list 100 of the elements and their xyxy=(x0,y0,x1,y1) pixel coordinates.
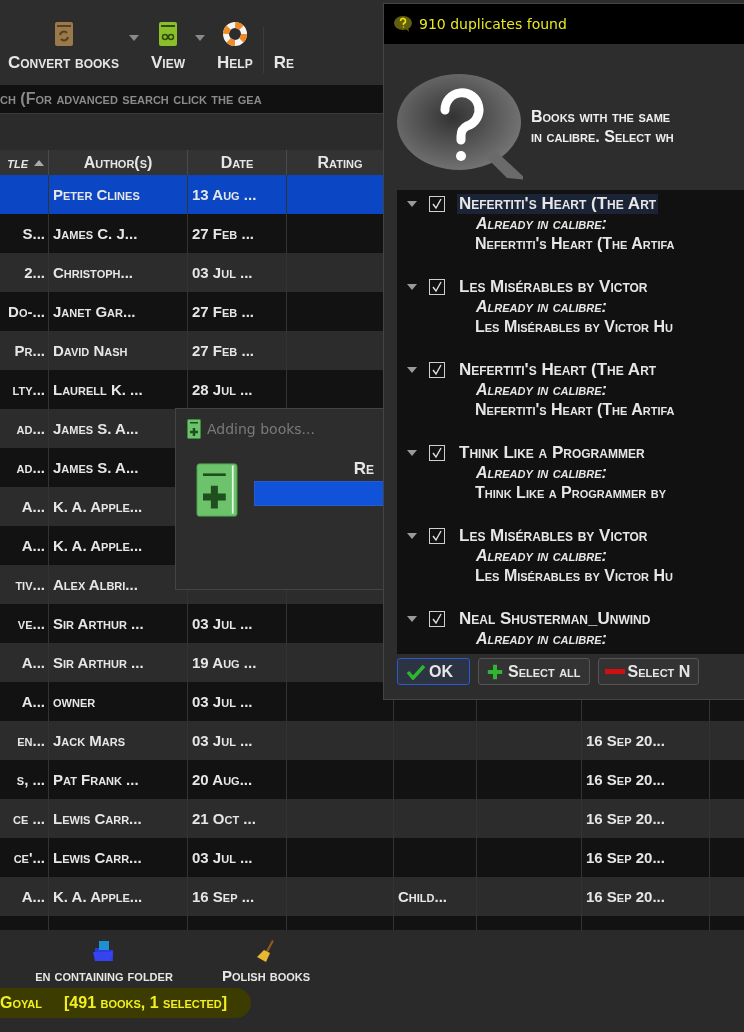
table-cell: s, ... xyxy=(16,771,45,788)
table-cell: Lewis Carr... xyxy=(53,810,142,827)
table-cell: Sir Arthur ... xyxy=(53,654,144,671)
dialog-title: 910 duplicates found xyxy=(419,16,567,32)
toolbar-button[interactable]: View xyxy=(147,21,190,73)
duplicate-title[interactable]: Neal Shusterman_Unwind xyxy=(457,608,653,629)
lifebuoy-icon xyxy=(221,21,248,47)
expander-icon[interactable] xyxy=(407,615,417,622)
dialog-button[interactable]: Select all xyxy=(478,658,590,685)
table-cell: Pat Frank ... xyxy=(53,771,139,788)
plus-icon xyxy=(485,663,505,680)
table-cell: 27 Feb ... xyxy=(192,225,254,242)
duplicate-title[interactable]: Think Like a Programmer xyxy=(457,442,647,463)
status-text: Goyal xyxy=(0,994,42,1012)
table-cell: Child... xyxy=(398,888,447,905)
table-cell: 16 Sep 20... xyxy=(586,771,665,788)
table-cell: Janet Gar... xyxy=(53,303,136,320)
duplicate-title[interactable]: Les Misérables by Victor xyxy=(457,525,650,546)
table-cell: lty... xyxy=(12,381,45,398)
table-cell: 13 Aug ... xyxy=(192,186,257,203)
table-cell: 03 Jul ... xyxy=(192,732,253,749)
table-cell: 20 Aug... xyxy=(192,771,253,788)
existing-title: Think Like a Programmer by xyxy=(475,483,667,503)
toolbar-button[interactable]: en containing folder xyxy=(0,939,212,984)
table-cell: en... xyxy=(17,732,45,749)
message-text: in calibre. Select wh xyxy=(531,128,674,146)
table-cell: 27 Feb ... xyxy=(192,303,254,320)
column-header[interactable]: tle xyxy=(7,153,28,172)
table-cell: 03 Jul ... xyxy=(192,615,253,632)
table-cell: 03 Jul ... xyxy=(192,849,253,866)
toolbar-button[interactable]: Re xyxy=(269,21,298,73)
table-cell: James S. A... xyxy=(53,420,139,437)
column-header[interactable]: Date xyxy=(220,153,254,172)
table-cell: ve... xyxy=(17,615,45,632)
table-row[interactable]: s, ... Pat Frank ... 20 Aug... 16 Sep 20... xyxy=(0,760,744,799)
folder-icon xyxy=(92,939,116,963)
question-bubble-icon xyxy=(393,15,413,33)
expander-icon[interactable] xyxy=(407,366,417,373)
table-cell: ce ... xyxy=(13,810,45,827)
table-cell: 16 Sep 20... xyxy=(586,849,665,866)
table-cell: owner xyxy=(53,693,96,710)
note-text: Already in calibre: xyxy=(476,297,608,317)
checkbox[interactable] xyxy=(429,527,445,544)
table-cell: A... xyxy=(21,654,45,671)
checkbox[interactable] xyxy=(429,278,445,295)
table-cell: K. A. Apple... xyxy=(53,888,143,905)
toolbar-button[interactable]: Convert books xyxy=(4,21,123,73)
question-bubble-icon xyxy=(397,72,523,182)
table-row[interactable]: ce'... Lewis Carr... 03 Jul ... 16 Sep 20... xyxy=(0,838,744,877)
toolbar-button[interactable]: Polish books xyxy=(222,939,311,984)
table-cell: A... xyxy=(21,537,45,554)
expander-icon[interactable] xyxy=(407,532,417,539)
table-row[interactable]: en... Jack Mars 03 Jul ... 16 Sep 20... xyxy=(0,721,744,760)
toolbar-button[interactable]: Help xyxy=(213,21,257,73)
table-cell: ad... xyxy=(16,420,45,437)
expander-icon[interactable] xyxy=(407,283,417,290)
table-cell: Sir Arthur ... xyxy=(53,615,144,632)
table-cell: 27 Feb ... xyxy=(192,342,254,359)
table-cell: David Nash xyxy=(53,342,128,359)
checkbox[interactable] xyxy=(429,444,445,461)
note-text: Already in calibre: xyxy=(476,214,608,234)
table-cell: James C. J... xyxy=(53,225,138,242)
table-cell: 16 Sep 20... xyxy=(586,732,665,749)
table-cell: Do-... xyxy=(8,303,45,320)
checkbox[interactable] xyxy=(429,361,445,378)
dialog-button[interactable]: Select N xyxy=(597,658,700,685)
table-cell: 21 Oct ... xyxy=(192,810,256,827)
dialog-button[interactable]: OK xyxy=(397,658,470,685)
table-cell: 16 Sep ... xyxy=(192,888,255,905)
table-cell: Alex Albri... xyxy=(53,576,138,593)
table-row[interactable]: ce ... Lewis Carr... 21 Oct ... 16 Sep 20... xyxy=(0,799,744,838)
table-cell: Laurell K. ... xyxy=(53,381,143,398)
status-text: [491 books, 1 selected] xyxy=(64,994,228,1012)
table-row[interactable]: A... K. A. Apple... 16 Sep ... Child... 16 Sep 20... xyxy=(0,877,744,916)
check-icon xyxy=(406,663,426,680)
dialog-title: Adding books... xyxy=(207,421,315,437)
caret-icon[interactable] xyxy=(129,35,139,41)
expander-icon[interactable] xyxy=(407,200,417,207)
table-cell: Jack Mars xyxy=(53,732,126,749)
note-text: Already in calibre: xyxy=(476,380,608,400)
table-cell: ce'... xyxy=(13,849,45,866)
table-cell: A... xyxy=(21,888,45,905)
table-cell: Lewis Carr... xyxy=(53,849,142,866)
progress-label: Re xyxy=(353,459,374,479)
add-book-icon xyxy=(187,419,201,439)
table-cell: 16 Sep 20... xyxy=(586,888,665,905)
table-cell: A... xyxy=(21,498,45,515)
table-cell: A... xyxy=(21,693,45,710)
checkbox[interactable] xyxy=(429,610,445,627)
column-header[interactable]: Author(s) xyxy=(83,153,153,172)
column-header[interactable]: Rating xyxy=(317,153,363,172)
table-cell: Peter Clines xyxy=(53,186,140,203)
table-cell: K. A. Apple... xyxy=(53,537,143,554)
checkbox[interactable] xyxy=(429,195,445,212)
caret-icon[interactable] xyxy=(195,35,206,41)
table-cell: 2... xyxy=(24,264,45,281)
table-cell: Pr... xyxy=(14,342,45,359)
table-cell: ad... xyxy=(16,459,45,476)
duplicate-title[interactable]: Nefertiti's Heart (The Art xyxy=(457,193,659,214)
table-cell: 03 Jul ... xyxy=(192,693,253,710)
